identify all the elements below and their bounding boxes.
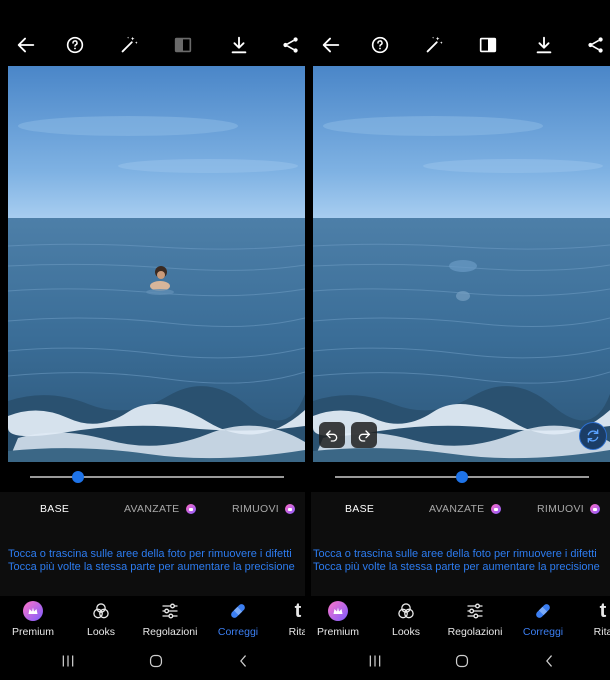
magic-wand-icon[interactable] xyxy=(116,32,142,58)
split-compare-icon[interactable] xyxy=(475,32,501,58)
slider-thumb[interactable] xyxy=(456,471,468,483)
recent-apps-icon[interactable] xyxy=(58,652,78,670)
photo-canvas[interactable] xyxy=(313,66,610,462)
hint-area: Tocca o trascina sulle aree della foto p… xyxy=(311,528,610,596)
crown-icon xyxy=(23,601,43,621)
text-tool-icon: t xyxy=(599,599,607,622)
tab-avanzate[interactable]: AVANZATE xyxy=(429,503,501,515)
tool-looks[interactable]: Looks xyxy=(371,600,441,638)
bandage-icon xyxy=(231,604,245,618)
looks-circles-icon xyxy=(398,603,414,619)
back-nav-icon[interactable] xyxy=(540,652,560,670)
home-icon[interactable] xyxy=(146,652,166,670)
refresh-icon xyxy=(587,429,599,443)
editor-panel-before: BASE AVANZATE RIMUOVI Tocca o trascina s… xyxy=(0,0,305,680)
bottom-tools: Premium Looks Regolazioni Correggi t Rit… xyxy=(0,596,305,642)
premium-badge-icon xyxy=(490,504,501,514)
split-compare-icon[interactable] xyxy=(170,32,196,58)
hint-line-1: Tocca o trascina sulle aree della foto p… xyxy=(8,548,292,560)
tool-regolazioni[interactable]: Regolazioni xyxy=(440,600,510,638)
download-icon[interactable] xyxy=(226,32,252,58)
tab-base[interactable]: BASE xyxy=(40,503,69,515)
home-icon[interactable] xyxy=(452,652,472,670)
slider-thumb[interactable] xyxy=(72,471,85,483)
sliders-icon xyxy=(162,603,178,619)
editor-panel-after: BASE AVANZATE RIMUOVI Tocca o trascina s… xyxy=(311,0,610,680)
share-icon[interactable] xyxy=(583,32,609,58)
reset-button[interactable] xyxy=(579,422,607,450)
healed-area xyxy=(449,260,477,272)
tab-base[interactable]: BASE xyxy=(345,503,374,515)
recent-apps-icon[interactable] xyxy=(365,652,385,670)
back-arrow-icon[interactable] xyxy=(13,32,39,58)
tool-premium[interactable]: Premium xyxy=(311,600,373,638)
redo-icon xyxy=(358,430,371,442)
top-toolbar xyxy=(0,26,305,64)
system-nav-bar xyxy=(311,642,610,680)
hint-line-1: Tocca o trascina sulle aree della foto p… xyxy=(313,548,597,560)
mode-tabs: BASE AVANZATE RIMUOVI xyxy=(0,492,305,528)
hint-line-2: Tocca più volte la stessa parte per aume… xyxy=(313,561,600,573)
text-tool-icon: t xyxy=(294,599,302,622)
tool-premium[interactable]: Premium xyxy=(0,600,68,638)
tool-ritaglia[interactable]: t Rita xyxy=(263,599,305,639)
tab-rimuovi[interactable]: RIMUOVI xyxy=(537,503,601,515)
redo-button[interactable] xyxy=(351,422,377,448)
top-toolbar xyxy=(311,26,610,64)
tool-looks[interactable]: Looks xyxy=(66,600,136,638)
back-arrow-icon[interactable] xyxy=(318,32,344,58)
bottom-tools: Premium Looks Regolazioni Correggi t Rit… xyxy=(311,596,610,642)
share-icon[interactable] xyxy=(278,32,304,58)
premium-badge-icon xyxy=(285,504,296,514)
tab-rimuovi[interactable]: RIMUOVI xyxy=(232,503,296,515)
hint-area: Tocca o trascina sulle aree della foto p… xyxy=(0,528,305,596)
tool-ritaglia[interactable]: t Rita xyxy=(568,599,610,639)
premium-badge-icon xyxy=(590,504,601,514)
back-nav-icon[interactable] xyxy=(234,652,254,670)
sliders-icon xyxy=(467,603,483,619)
tool-regolazioni[interactable]: Regolazioni xyxy=(135,600,205,638)
undo-icon xyxy=(325,430,338,442)
help-circle-icon[interactable] xyxy=(367,32,393,58)
bandage-icon xyxy=(536,604,550,618)
photo-canvas[interactable] xyxy=(8,66,305,462)
mode-tabs: BASE AVANZATE RIMUOVI xyxy=(311,492,610,528)
tab-avanzate[interactable]: AVANZATE xyxy=(124,503,196,515)
strength-slider[interactable] xyxy=(30,471,284,483)
magic-wand-icon[interactable] xyxy=(421,32,447,58)
premium-badge-icon xyxy=(185,504,196,514)
strength-slider[interactable] xyxy=(335,471,589,483)
undo-button[interactable] xyxy=(319,422,345,448)
help-circle-icon[interactable] xyxy=(62,32,88,58)
hint-line-2: Tocca più volte la stessa parte per aume… xyxy=(8,561,295,573)
looks-circles-icon xyxy=(93,603,109,619)
system-nav-bar xyxy=(0,642,305,680)
crown-icon xyxy=(328,601,348,621)
download-icon[interactable] xyxy=(531,32,557,58)
